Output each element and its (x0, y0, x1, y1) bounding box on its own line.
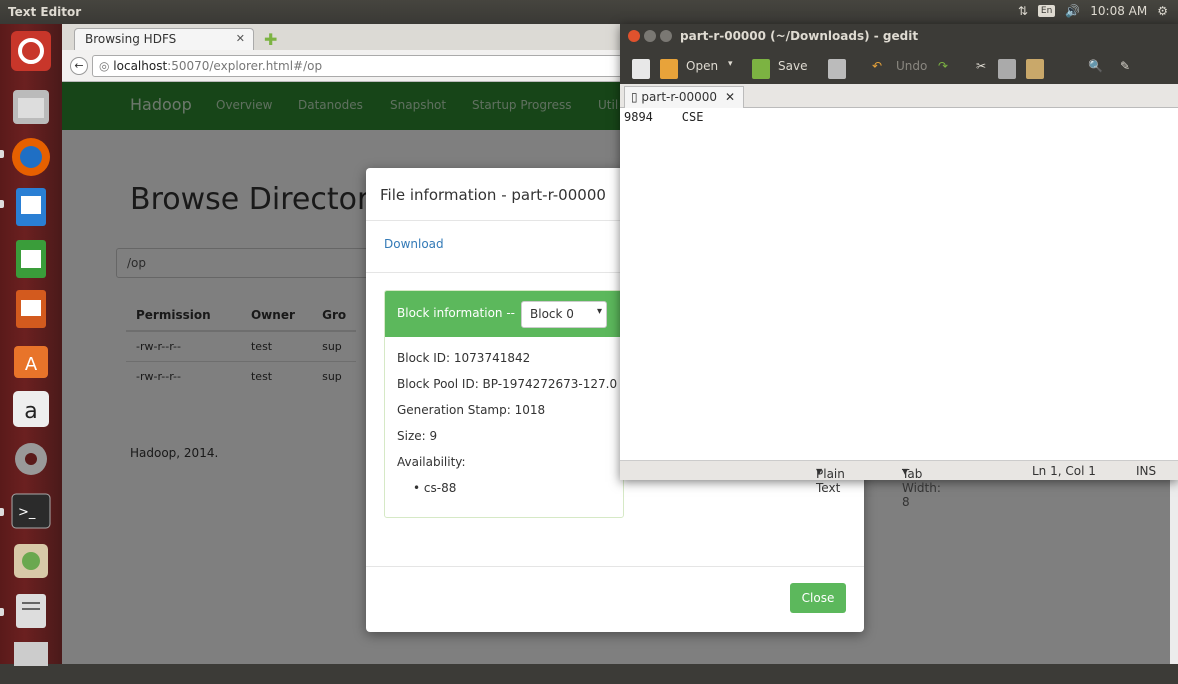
amazon-icon[interactable]: a (8, 386, 54, 432)
gedit-window: part-r-00000 (~/Downloads) - gedit Open … (620, 24, 1178, 509)
maximize-window-icon[interactable] (660, 30, 672, 42)
close-tab-icon[interactable]: ✕ (236, 32, 245, 45)
new-document-icon[interactable] (632, 59, 650, 79)
language-selector[interactable]: Plain Text ▾ (816, 464, 845, 495)
gedit-window-title: part-r-00000 (~/Downloads) - gedit (680, 29, 919, 43)
system-settings-icon[interactable] (8, 436, 54, 482)
files-icon[interactable] (8, 84, 54, 130)
close-button[interactable]: Close (790, 583, 846, 613)
redo-arrow-icon[interactable]: ↷ (938, 59, 948, 73)
document-tab-label: part-r-00000 (641, 90, 718, 104)
availability-label: Availability: (397, 455, 466, 469)
impress-icon[interactable] (8, 286, 54, 332)
insert-mode: INS (1136, 464, 1157, 478)
back-arrow-icon[interactable]: ← (70, 57, 88, 75)
unity-launcher: A a >_ (0, 24, 62, 666)
save-button[interactable]: Save (778, 59, 807, 73)
tab-width-selector[interactable]: Tab Width: 8 ▾ (902, 464, 941, 509)
save-icon[interactable] (752, 59, 770, 79)
gedit-tab-bar: ▯ part-r-00000 ✕ (620, 84, 1178, 108)
block-info-header: Block information -- Block 0 ▾ (385, 291, 623, 337)
open-dropdown-icon[interactable]: ▾ (728, 59, 733, 69)
open-folder-icon[interactable] (660, 59, 678, 79)
terminal-icon[interactable]: >_ (8, 488, 54, 534)
block-pool-id: Block Pool ID: BP-1974272673-127.0 (397, 377, 618, 391)
active-app-title: Text Editor (8, 5, 82, 19)
settings-gear-icon[interactable]: ⚙ (1157, 4, 1168, 18)
dash-home-icon[interactable] (8, 28, 54, 74)
calc-icon[interactable] (8, 236, 54, 282)
minimize-window-icon[interactable] (644, 30, 656, 42)
copy-icon[interactable] (998, 59, 1016, 79)
gedit-toolbar: Open ▾ Save ↶ Undo ↷ ✂ 🔍 ✎ (620, 48, 1178, 84)
editor-text-area[interactable]: 9894 CSE (624, 110, 703, 124)
new-tab-icon[interactable]: ✚ (264, 30, 277, 49)
node-name: cs-88 (423, 481, 457, 495)
keyboard-layout-indicator[interactable]: En (1037, 5, 1056, 17)
open-button[interactable]: Open (686, 59, 718, 73)
block-info-label: Block information -- (397, 306, 516, 320)
tab-width-label: Tab Width: 8 (902, 467, 941, 509)
download-link[interactable]: Download (384, 237, 444, 251)
workspaces-icon[interactable] (8, 634, 54, 680)
gedit-titlebar[interactable]: part-r-00000 (~/Downloads) - gedit (620, 24, 1178, 48)
network-icon[interactable]: ⇅ (1018, 4, 1028, 18)
document-tab[interactable]: ▯ part-r-00000 ✕ (624, 86, 744, 108)
block-size: Size: 9 (397, 429, 438, 443)
globe-icon: ◎ (99, 59, 114, 73)
gedit-statusbar: Plain Text ▾ Tab Width: 8 ▾ Ln 1, Col 1 … (620, 460, 1178, 509)
url-path: :50070/explorer.html#/op (167, 59, 323, 73)
generation-stamp: Generation Stamp: 1018 (397, 403, 546, 417)
top-panel: Text Editor ⇅ En 🔊 10:08 AM ⚙ (0, 0, 1178, 24)
bullet-icon: • (413, 481, 424, 495)
select-arrow-icon: ▾ (596, 306, 602, 317)
image-viewer-icon[interactable] (8, 538, 54, 584)
browser-tab[interactable]: Browsing HDFS ✕ (74, 28, 254, 50)
block-id: Block ID: 1073741842 (397, 351, 531, 365)
print-icon[interactable] (828, 59, 846, 79)
close-window-icon[interactable] (628, 30, 640, 42)
divider (366, 566, 864, 567)
paste-icon[interactable] (1026, 59, 1044, 79)
svg-text:>_: >_ (18, 505, 36, 520)
writer-icon[interactable] (8, 184, 54, 230)
svg-text:A: A (25, 354, 38, 375)
url-host: localhost (113, 59, 168, 73)
replace-icon[interactable]: ✎ (1120, 59, 1130, 73)
block-info-panel: Block information -- Block 0 ▾ Block ID: … (384, 290, 624, 518)
volume-icon[interactable]: 🔊 (1065, 4, 1080, 18)
text-editor-icon[interactable] (8, 588, 54, 634)
undo-arrow-icon[interactable]: ↶ (872, 59, 882, 73)
block-select[interactable]: Block 0 ▾ (521, 301, 607, 328)
close-tab-icon[interactable]: ✕ (725, 90, 735, 104)
document-icon: ▯ (631, 90, 642, 104)
firefox-icon[interactable] (8, 134, 54, 180)
svg-text:a: a (24, 399, 37, 424)
software-center-icon[interactable]: A (8, 336, 54, 382)
block-select-value: Block 0 (530, 307, 574, 321)
search-icon[interactable]: 🔍 (1088, 59, 1103, 73)
undo-button[interactable]: Undo (896, 59, 927, 73)
clock[interactable]: 10:08 AM (1090, 4, 1147, 18)
modal-title: File information - part-r-00000 (380, 186, 606, 204)
availability-node: • cs-88 (413, 481, 456, 495)
cut-icon[interactable]: ✂ (976, 59, 986, 73)
cursor-position: Ln 1, Col 1 (1032, 464, 1096, 478)
language-label: Plain Text (816, 467, 845, 495)
address-bar[interactable]: ◎ localhost:50070/explorer.html#/op (92, 55, 652, 77)
browser-tab-title: Browsing HDFS (85, 32, 177, 46)
